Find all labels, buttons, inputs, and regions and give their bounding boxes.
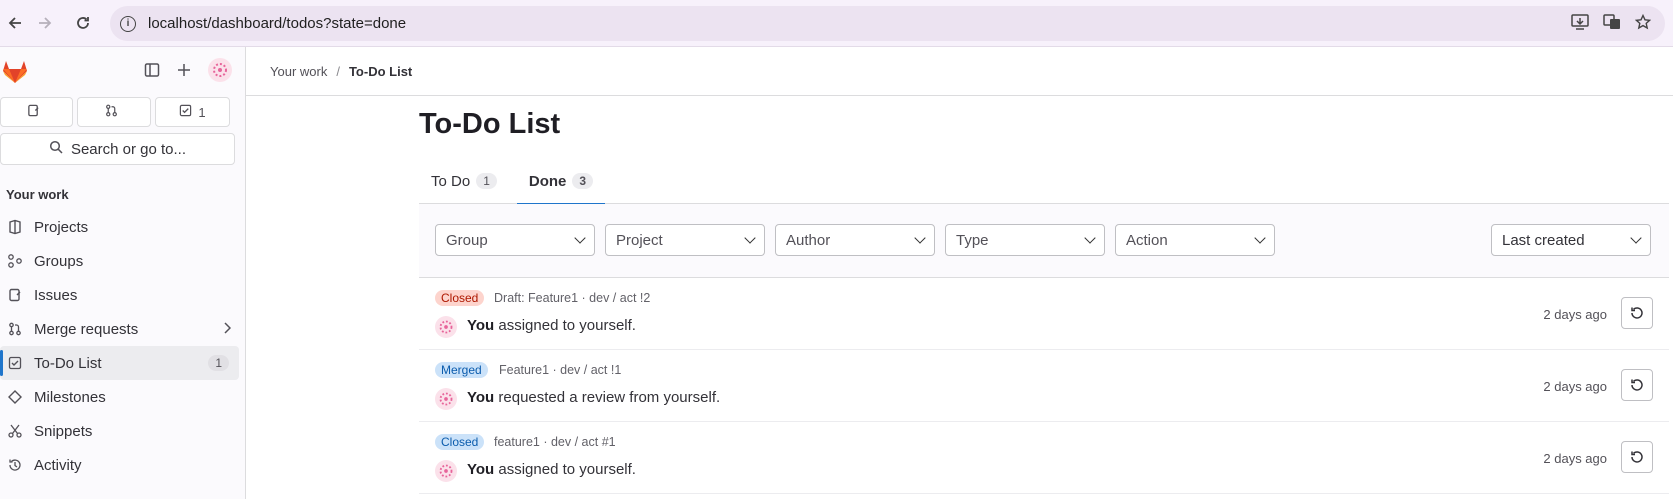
url-text: localhost/dashboard/todos?state=done — [148, 15, 407, 32]
todo-item[interactable]: Closed feature1 · dev / act #1 You assig… — [419, 422, 1669, 494]
sidebar-item-merge-requests[interactable]: Merge requests — [0, 312, 245, 346]
restore-button[interactable] — [1621, 297, 1653, 329]
forward-icon[interactable] — [30, 8, 60, 38]
merge-request-icon — [105, 104, 118, 120]
search-icon — [49, 140, 63, 158]
address-bar[interactable]: i localhost/dashboard/todos?state=done — [110, 6, 1665, 41]
todo-item[interactable]: Closed Draft: Feature1 · dev / act !2 Yo… — [419, 278, 1669, 350]
sidebar-toggle-icon[interactable] — [141, 59, 163, 81]
todo-body: You requested a review from yourself. — [467, 389, 721, 406]
avatar — [435, 316, 457, 338]
tab-count-badge: 3 — [572, 173, 594, 189]
status-badge: Merged — [435, 362, 488, 378]
todo-icon — [179, 104, 192, 120]
history-icon — [6, 458, 24, 472]
reload-icon[interactable] — [68, 8, 98, 38]
breadcrumb: Your work / To-Do List — [246, 47, 1673, 96]
avatar — [435, 388, 457, 410]
sidebar-item-snippets[interactable]: Snippets — [0, 414, 245, 448]
project-filter-dropdown[interactable]: Project — [605, 224, 765, 256]
group-filter-dropdown[interactable]: Group — [435, 224, 595, 256]
issues-icon — [27, 104, 40, 120]
sidebar-item-issues[interactable]: Issues — [0, 278, 245, 312]
breadcrumb-separator: / — [336, 63, 340, 79]
sidebar-item-projects[interactable]: Projects — [0, 210, 245, 244]
sidebar-item-activity[interactable]: Activity — [0, 448, 245, 482]
restore-icon — [1631, 379, 1643, 391]
action-filter-dropdown[interactable]: Action — [1115, 224, 1275, 256]
sidebar: 1 Search or go to... Your work Projects … — [0, 47, 246, 499]
issues-count-button[interactable] — [0, 97, 73, 127]
type-filter-dropdown[interactable]: Type — [945, 224, 1105, 256]
search-button[interactable]: Search or go to... — [0, 133, 235, 165]
gitlab-logo-icon[interactable] — [2, 59, 28, 85]
page-title: To-Do List — [419, 108, 561, 140]
tab-done[interactable]: Done 3 — [516, 158, 606, 205]
todo-body: You assigned to yourself. — [467, 317, 636, 334]
chevron-down-icon — [914, 232, 926, 244]
todo-target-link[interactable]: Feature1 · dev / act !1 — [499, 363, 621, 377]
site-info-icon[interactable]: i — [120, 15, 136, 32]
chevron-down-icon — [1630, 232, 1642, 244]
snippet-icon — [6, 424, 24, 438]
todo-icon — [6, 356, 24, 370]
breadcrumb-your-work[interactable]: Your work — [270, 64, 327, 79]
chevron-down-icon — [1084, 232, 1096, 244]
merge-request-icon — [6, 322, 24, 336]
milestone-icon — [6, 390, 24, 404]
chevron-down-icon — [744, 232, 756, 244]
sidebar-item-groups[interactable]: Groups — [0, 244, 245, 278]
todo-body: You assigned to yourself. — [467, 461, 636, 478]
install-app-icon[interactable] — [1571, 14, 1589, 35]
author-filter-dropdown[interactable]: Author — [775, 224, 935, 256]
translate-icon[interactable] — [1603, 14, 1621, 35]
filter-bar: Group Project Author Type Action Last cr… — [419, 204, 1669, 278]
todo-timestamp: 2 days ago — [1543, 307, 1607, 322]
plus-icon[interactable] — [173, 59, 195, 81]
breadcrumb-current[interactable]: To-Do List — [349, 64, 412, 79]
bookmark-star-icon[interactable] — [1634, 13, 1652, 35]
todo-timestamp: 2 days ago — [1543, 451, 1607, 466]
restore-button[interactable] — [1621, 441, 1653, 473]
todo-item[interactable]: Merged Feature1 · dev / act !1 You reque… — [419, 350, 1669, 422]
tab-count-badge: 1 — [476, 173, 497, 189]
back-icon[interactable] — [0, 8, 30, 38]
project-icon — [6, 219, 24, 235]
sidebar-item-todo-list[interactable]: To-Do List 1 — [0, 346, 239, 380]
chevron-down-icon — [574, 232, 586, 244]
sort-dropdown[interactable]: Last created — [1491, 224, 1651, 256]
sidebar-item-milestones[interactable]: Milestones — [0, 380, 245, 414]
browser-toolbar: i localhost/dashboard/todos?state=done — [0, 0, 1673, 47]
todo-target-link[interactable]: Draft: Feature1 · dev / act !2 — [494, 291, 650, 305]
user-avatar[interactable] — [208, 58, 232, 82]
todo-count-badge: 1 — [208, 355, 229, 371]
avatar — [435, 460, 457, 482]
restore-button[interactable] — [1621, 369, 1653, 401]
merge-requests-count-button[interactable] — [77, 97, 151, 127]
status-badge: Closed — [435, 290, 485, 306]
restore-icon — [1631, 451, 1643, 463]
tab-to-do[interactable]: To Do 1 — [419, 158, 509, 204]
todo-timestamp: 2 days ago — [1543, 379, 1607, 394]
todo-count-button[interactable]: 1 — [155, 97, 230, 127]
restore-icon — [1631, 307, 1643, 319]
status-badge: Closed — [435, 434, 485, 450]
todo-tabs: To Do 1 Done 3 — [419, 158, 1669, 205]
section-title: Your work — [6, 187, 69, 202]
group-icon — [6, 253, 24, 269]
issues-icon — [6, 288, 24, 302]
todo-target-link[interactable]: feature1 · dev / act #1 — [494, 435, 616, 449]
chevron-down-icon — [1254, 232, 1266, 244]
chevron-right-icon[interactable] — [223, 321, 232, 338]
